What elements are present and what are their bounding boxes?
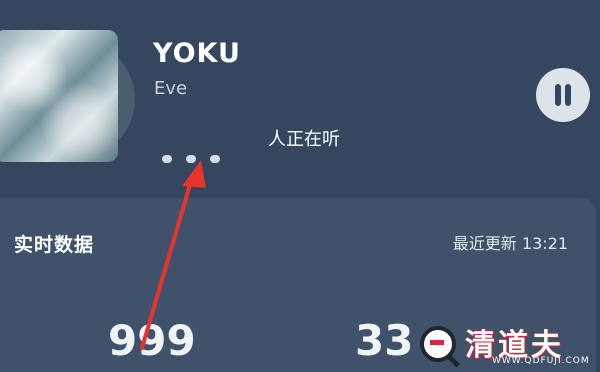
site-watermark: 清道夫 WWW.QDFUJI.COM	[410, 318, 600, 372]
watermark-url: WWW.QDFUJI.COM	[492, 356, 590, 366]
annotation-arrow	[140, 160, 206, 350]
watermark-logo-icon	[420, 326, 456, 362]
